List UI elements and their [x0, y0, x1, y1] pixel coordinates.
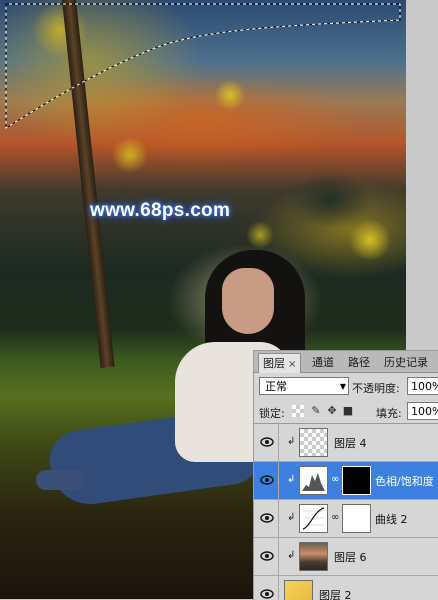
lock-brush-icon[interactable]: ✎	[310, 405, 322, 417]
layers-panel: 图层× 通道 路径 历史记录 正常 ▼ 不透明度: 100% 锁定: ✎ ✥ ■…	[253, 350, 438, 600]
layer-thumbnail	[299, 428, 328, 457]
lock-all-icon[interactable]: ■	[342, 405, 354, 417]
fill-input[interactable]: 100%	[407, 402, 438, 420]
lock-row: 锁定: ✎ ✥ ■ 填充: 100%	[254, 400, 438, 424]
panel-tabs: 图层 × 通道 路径 历史记录	[254, 351, 438, 373]
sitting-woman	[30, 250, 305, 510]
visibility-toggle[interactable]	[256, 538, 279, 575]
eye-icon	[260, 437, 274, 447]
layer-name: 曲线 2	[375, 513, 408, 526]
eye-icon	[260, 589, 274, 599]
visibility-toggle[interactable]	[256, 424, 279, 461]
layer-name: 图层 2	[319, 589, 352, 600]
clipping-arrow-icon: ↲	[287, 550, 296, 561]
link-chain-icon[interactable]: ∞	[331, 474, 339, 485]
tab-label: 图层	[263, 357, 285, 370]
histogram-icon	[300, 467, 327, 494]
fill-label: 填充:	[376, 407, 402, 420]
tab-layers[interactable]: 图层 ×	[258, 353, 302, 373]
shoe	[36, 470, 86, 490]
layer-row[interactable]: ↲ 图层 6	[254, 538, 438, 576]
tab-label: 路径	[348, 356, 370, 369]
lock-move-icon[interactable]: ✥	[326, 405, 338, 417]
layer-row[interactable]: ↲ 图层 4	[254, 424, 438, 462]
curves-thumbnail	[299, 504, 328, 533]
layer-row[interactable]: ↲ ∞ 色相/饱和度	[254, 462, 438, 500]
clipping-arrow-icon: ↲	[287, 474, 296, 485]
eye-icon	[260, 513, 274, 523]
dropdown-arrow-icon: ▼	[339, 382, 346, 391]
fill-value: 100%	[411, 405, 438, 418]
clipping-arrow-icon: ↲	[287, 512, 296, 523]
clipping-arrow-icon: ↲	[287, 436, 296, 447]
yellow-fill-thumbnail	[284, 580, 313, 600]
photo-thumbnail	[299, 542, 328, 571]
blend-mode-value: 正常	[265, 380, 287, 393]
eye-icon	[260, 475, 274, 485]
layer-row[interactable]: 图层 2	[254, 576, 438, 600]
close-icon[interactable]: ×	[288, 359, 296, 370]
tab-history[interactable]: 历史记录	[380, 353, 432, 372]
hue-saturation-thumbnail	[299, 466, 328, 495]
curves-icon	[300, 505, 327, 532]
opacity-input[interactable]: 100%	[407, 377, 438, 395]
visibility-toggle[interactable]	[256, 500, 279, 537]
blend-mode-select[interactable]: 正常 ▼	[259, 377, 349, 395]
link-chain-icon[interactable]: ∞	[331, 512, 339, 523]
visibility-toggle[interactable]	[256, 576, 279, 600]
opacity-value: 100%	[411, 380, 438, 393]
tab-label: 通道	[312, 356, 334, 369]
lock-transparent-icon[interactable]	[292, 405, 304, 417]
watermark-text: www.68ps.com	[90, 200, 231, 221]
face	[222, 268, 274, 334]
layer-name: 图层 6	[334, 551, 367, 564]
lock-label: 锁定:	[259, 407, 285, 420]
layer-mask-thumbnail[interactable]	[342, 466, 371, 495]
tab-channels[interactable]: 通道	[308, 353, 338, 372]
layer-name: 色相/饱和度	[375, 475, 434, 488]
eye-icon	[260, 551, 274, 561]
visibility-toggle[interactable]	[256, 462, 279, 499]
tab-paths[interactable]: 路径	[344, 353, 374, 372]
layer-name: 图层 4	[334, 437, 367, 450]
layer-mask-thumbnail[interactable]	[342, 504, 371, 533]
tab-label: 历史记录	[384, 356, 428, 369]
blend-row: 正常 ▼ 不透明度: 100%	[254, 373, 438, 399]
opacity-label: 不透明度:	[352, 382, 400, 395]
layer-row[interactable]: ↲ ∞ 曲线 2	[254, 500, 438, 538]
